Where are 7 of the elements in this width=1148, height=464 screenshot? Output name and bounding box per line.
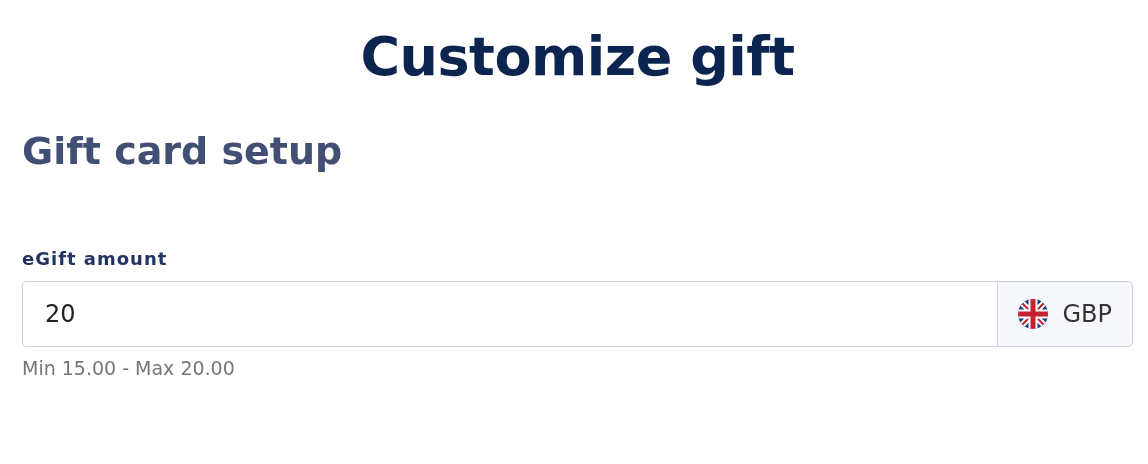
- currency-selector[interactable]: GBP: [997, 281, 1133, 347]
- amount-field[interactable]: 20: [22, 281, 998, 347]
- field-label: eGift amount: [22, 248, 169, 269]
- section-title: Gift card setup: [22, 128, 344, 175]
- amount-hint: Min 15.00 - Max 20.00: [22, 357, 236, 379]
- flag-icon: [1018, 299, 1049, 329]
- page-title: Customize gift: [359, 24, 796, 90]
